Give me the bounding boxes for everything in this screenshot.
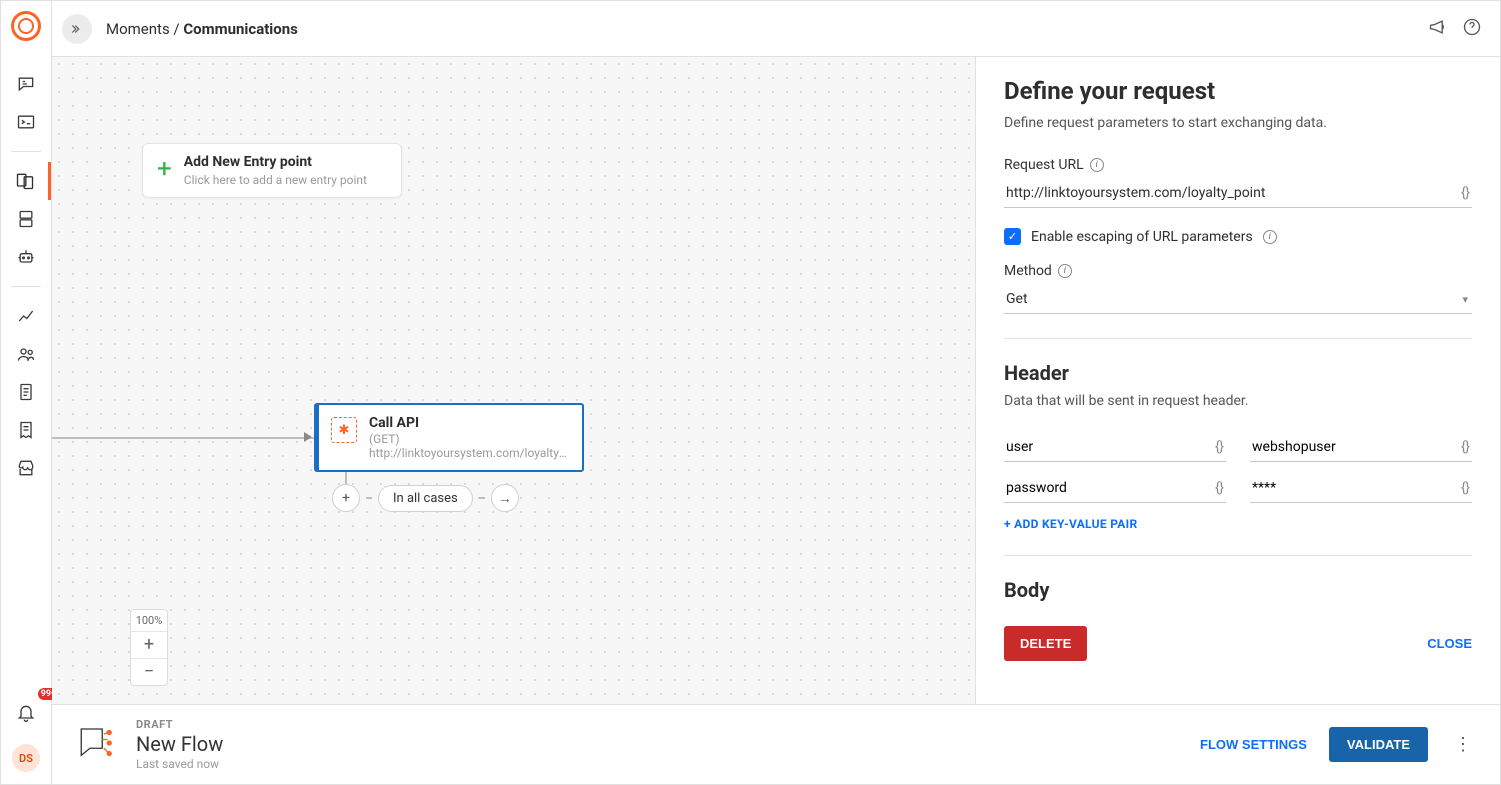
body-section-title: Body [1004, 578, 1472, 602]
header-key-input[interactable] [1004, 433, 1211, 461]
api-node-url: http://linktoyoursystem.com/loyalty_poin [369, 446, 569, 460]
branch-condition-pill[interactable]: In all cases [378, 485, 473, 512]
add-branch-button[interactable]: + [332, 484, 360, 512]
flow-saved: Last saved now [136, 757, 223, 771]
placeholder-braces-icon[interactable]: { } [1211, 480, 1226, 496]
add-key-value-button[interactable]: + ADD KEY-VALUE PAIR [1004, 517, 1472, 531]
info-icon[interactable]: i [1058, 264, 1072, 278]
brand-logo[interactable] [11, 11, 41, 41]
flow-canvas[interactable]: + Add New Entry point Click here to add … [52, 57, 975, 704]
escape-url-checkbox[interactable]: ✓ [1004, 228, 1021, 245]
close-button[interactable]: CLOSE [1427, 636, 1472, 651]
breadcrumb: Moments / Communications [106, 20, 298, 38]
arrow-icon [304, 432, 312, 442]
zoom-in-button[interactable]: + [131, 632, 167, 658]
breadcrumb-current: Communications [183, 20, 298, 38]
bottom-bar: DRAFT New Flow Last saved now FLOW SETTI… [52, 704, 1500, 784]
info-icon[interactable]: i [1263, 230, 1277, 244]
placeholder-braces-icon[interactable]: { } [1457, 439, 1472, 455]
zoom-percent: 100% [131, 610, 167, 632]
api-node-title: Call API [369, 415, 569, 431]
announce-icon[interactable] [1428, 17, 1448, 41]
flow-name[interactable]: New Flow [136, 732, 223, 756]
zoom-out-button[interactable]: − [131, 658, 167, 685]
panel-description: Define request parameters to start excha… [1004, 115, 1472, 131]
nav-flows-icon[interactable] [1, 162, 51, 200]
left-rail: 99+ DS [1, 1, 52, 784]
header-section-title: Header [1004, 361, 1472, 385]
zoom-control: 100% + − [130, 609, 168, 686]
nav-templates-icon[interactable] [1, 200, 51, 238]
header-value-input[interactable] [1250, 433, 1457, 461]
nav-terminal-icon[interactable] [1, 103, 51, 141]
nav-analytics-icon[interactable] [1, 297, 51, 335]
api-gear-icon: ✱ [331, 417, 357, 443]
api-node-method: (GET) [369, 432, 569, 446]
add-entry-point-card[interactable]: + Add New Entry point Click here to add … [142, 143, 402, 198]
top-bar: Moments / Communications [52, 1, 1500, 57]
config-panel: Define your request Define request param… [975, 57, 1500, 704]
method-label: Methodi [1004, 263, 1472, 279]
header-section-desc: Data that will be sent in request header… [1004, 393, 1472, 409]
header-value-input[interactable] [1250, 474, 1457, 502]
flow-settings-button[interactable]: FLOW SETTINGS [1200, 737, 1307, 752]
request-url-label: Request URLi [1004, 157, 1472, 173]
entry-card-subtitle: Click here to add a new entry point [184, 173, 367, 187]
placeholder-braces-icon[interactable]: { } [1211, 439, 1226, 455]
next-step-button[interactable]: → [491, 484, 519, 512]
header-key-input[interactable] [1004, 474, 1211, 502]
nav-receipt-icon[interactable] [1, 411, 51, 449]
placeholder-braces-icon[interactable]: { } [1457, 480, 1472, 496]
placeholder-braces-icon[interactable]: { } [1457, 185, 1472, 201]
connector-line [52, 437, 314, 439]
flow-status: DRAFT [136, 718, 223, 731]
sidebar-collapse-button[interactable] [62, 14, 92, 44]
nav-store-icon[interactable] [1, 449, 51, 487]
panel-title: Define your request [1004, 77, 1472, 105]
nav-people-icon[interactable] [1, 335, 51, 373]
flow-icon [76, 722, 118, 768]
help-icon[interactable] [1462, 17, 1482, 41]
validate-button[interactable]: VALIDATE [1329, 727, 1428, 762]
call-api-node[interactable]: ✱ Call API (GET) http://linktoyoursystem… [314, 403, 584, 472]
notifications-icon[interactable]: 99+ [1, 694, 51, 732]
method-select[interactable]: Get [1004, 285, 1458, 313]
breadcrumb-root[interactable]: Moments [106, 20, 170, 38]
info-icon[interactable]: i [1090, 158, 1104, 172]
plus-icon: + [157, 156, 172, 182]
nav-bot-icon[interactable] [1, 238, 51, 276]
avatar[interactable]: DS [12, 744, 40, 772]
nav-conversations-icon[interactable] [1, 65, 51, 103]
request-url-input[interactable] [1004, 179, 1457, 207]
entry-card-title: Add New Entry point [184, 154, 367, 170]
delete-button[interactable]: DELETE [1004, 626, 1087, 661]
chevron-down-icon: ▾ [1458, 293, 1472, 306]
nav-docs-icon[interactable] [1, 373, 51, 411]
more-menu-button[interactable]: ⋮ [1450, 734, 1476, 755]
escape-url-label: Enable escaping of URL parameters [1031, 229, 1253, 245]
